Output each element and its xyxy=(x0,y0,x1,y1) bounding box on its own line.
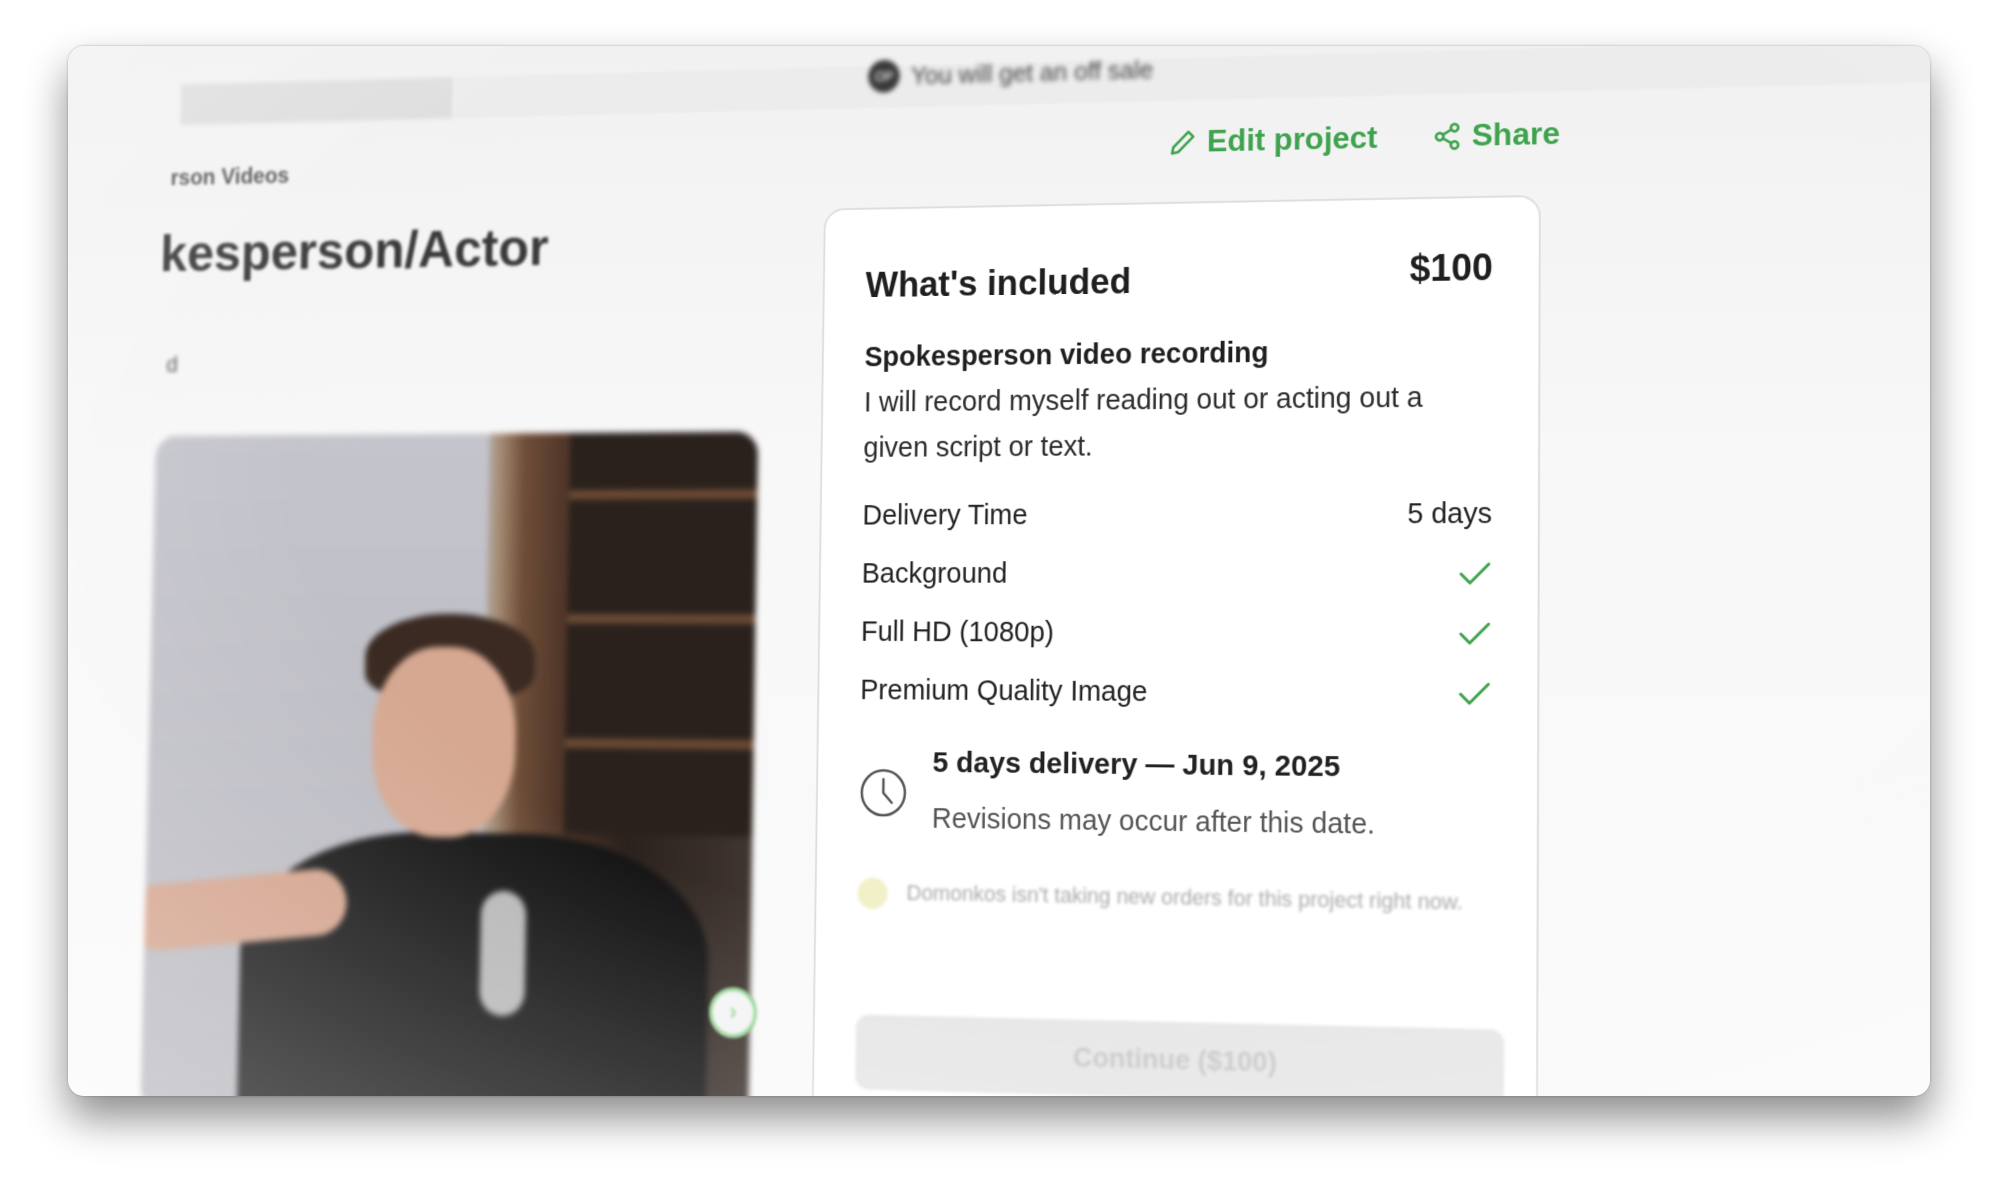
delivery-date: 5 days delivery — Jun 9, 2025 xyxy=(932,746,1341,784)
info-icon xyxy=(857,877,888,910)
page-subtitle: d xyxy=(166,352,179,378)
photo-shelf-board xyxy=(569,489,758,500)
page-title: kesperson/Actor xyxy=(159,216,550,283)
feature-list: Delivery Time 5 days Background Full HD … xyxy=(860,484,1492,724)
feature-row-full-hd: Full HD (1080p) xyxy=(861,603,1492,664)
promo-text: You will get an off sale xyxy=(910,54,1154,90)
feature-row-premium-quality: Premium Quality Image xyxy=(860,661,1492,724)
checkmark-icon xyxy=(1458,561,1492,587)
feature-label: Background xyxy=(861,557,1008,590)
chevron-right-icon: › xyxy=(729,998,737,1026)
topbar xyxy=(452,46,1930,119)
package-description: I will record myself reading out or acti… xyxy=(863,382,1423,464)
delivery-note: Revisions may occur after this date. xyxy=(931,803,1376,841)
share-button[interactable]: Share xyxy=(1432,115,1560,154)
topbar-left xyxy=(180,77,454,126)
pricing-card-header: What's included $100 xyxy=(865,247,1493,305)
share-icon xyxy=(1432,121,1462,151)
project-actions: Edit project Share xyxy=(1168,115,1560,160)
feature-label: Premium Quality Image xyxy=(860,674,1148,708)
breadcrumb[interactable]: rson Videos xyxy=(170,163,289,191)
photo-person-head xyxy=(370,646,518,839)
checkmark-icon xyxy=(1458,621,1492,647)
photo-shelf-board xyxy=(567,613,756,625)
delivery-info: 5 days delivery — Jun 9, 2025 Revisions … xyxy=(858,746,1491,843)
feature-value: 5 days xyxy=(1407,497,1493,530)
price: $100 xyxy=(1409,247,1494,291)
carousel-next-button[interactable]: › xyxy=(708,986,758,1039)
clock-icon xyxy=(859,767,908,818)
checkmark-icon xyxy=(1457,681,1491,707)
continue-button[interactable]: Continue ($100) xyxy=(855,1014,1505,1096)
edit-project-button[interactable]: Edit project xyxy=(1168,119,1378,160)
share-label: Share xyxy=(1471,115,1561,153)
whats-included-title: What's included xyxy=(865,261,1132,305)
feature-label: Full HD (1080p) xyxy=(860,616,1055,648)
page-scene: OP You will get an off sale rson Videos … xyxy=(140,46,1930,1096)
project-video-thumbnail[interactable] xyxy=(140,431,759,1096)
feature-row-background: Background xyxy=(861,544,1492,604)
pricing-card: What's included $100 Spokesperson video … xyxy=(811,194,1541,1096)
availability-notice-text: Domonkos isn't taking new orders for thi… xyxy=(906,880,1463,915)
package-name: Spokesperson video recording xyxy=(864,337,1269,374)
app-window: OP You will get an off sale rson Videos … xyxy=(68,46,1930,1096)
feature-row-delivery-time: Delivery Time 5 days xyxy=(862,484,1492,545)
photo-microphone xyxy=(479,890,527,1017)
delivery-text: 5 days delivery — Jun 9, 2025 Revisions … xyxy=(932,746,1376,841)
photo-shelf-board xyxy=(565,738,754,750)
feature-label: Delivery Time xyxy=(862,499,1028,531)
promo-avatar-icon: OP xyxy=(868,59,900,93)
availability-notice: Domonkos isn't taking new orders for thi… xyxy=(857,875,1476,919)
edit-project-label: Edit project xyxy=(1206,119,1378,159)
pencil-icon xyxy=(1169,127,1198,157)
